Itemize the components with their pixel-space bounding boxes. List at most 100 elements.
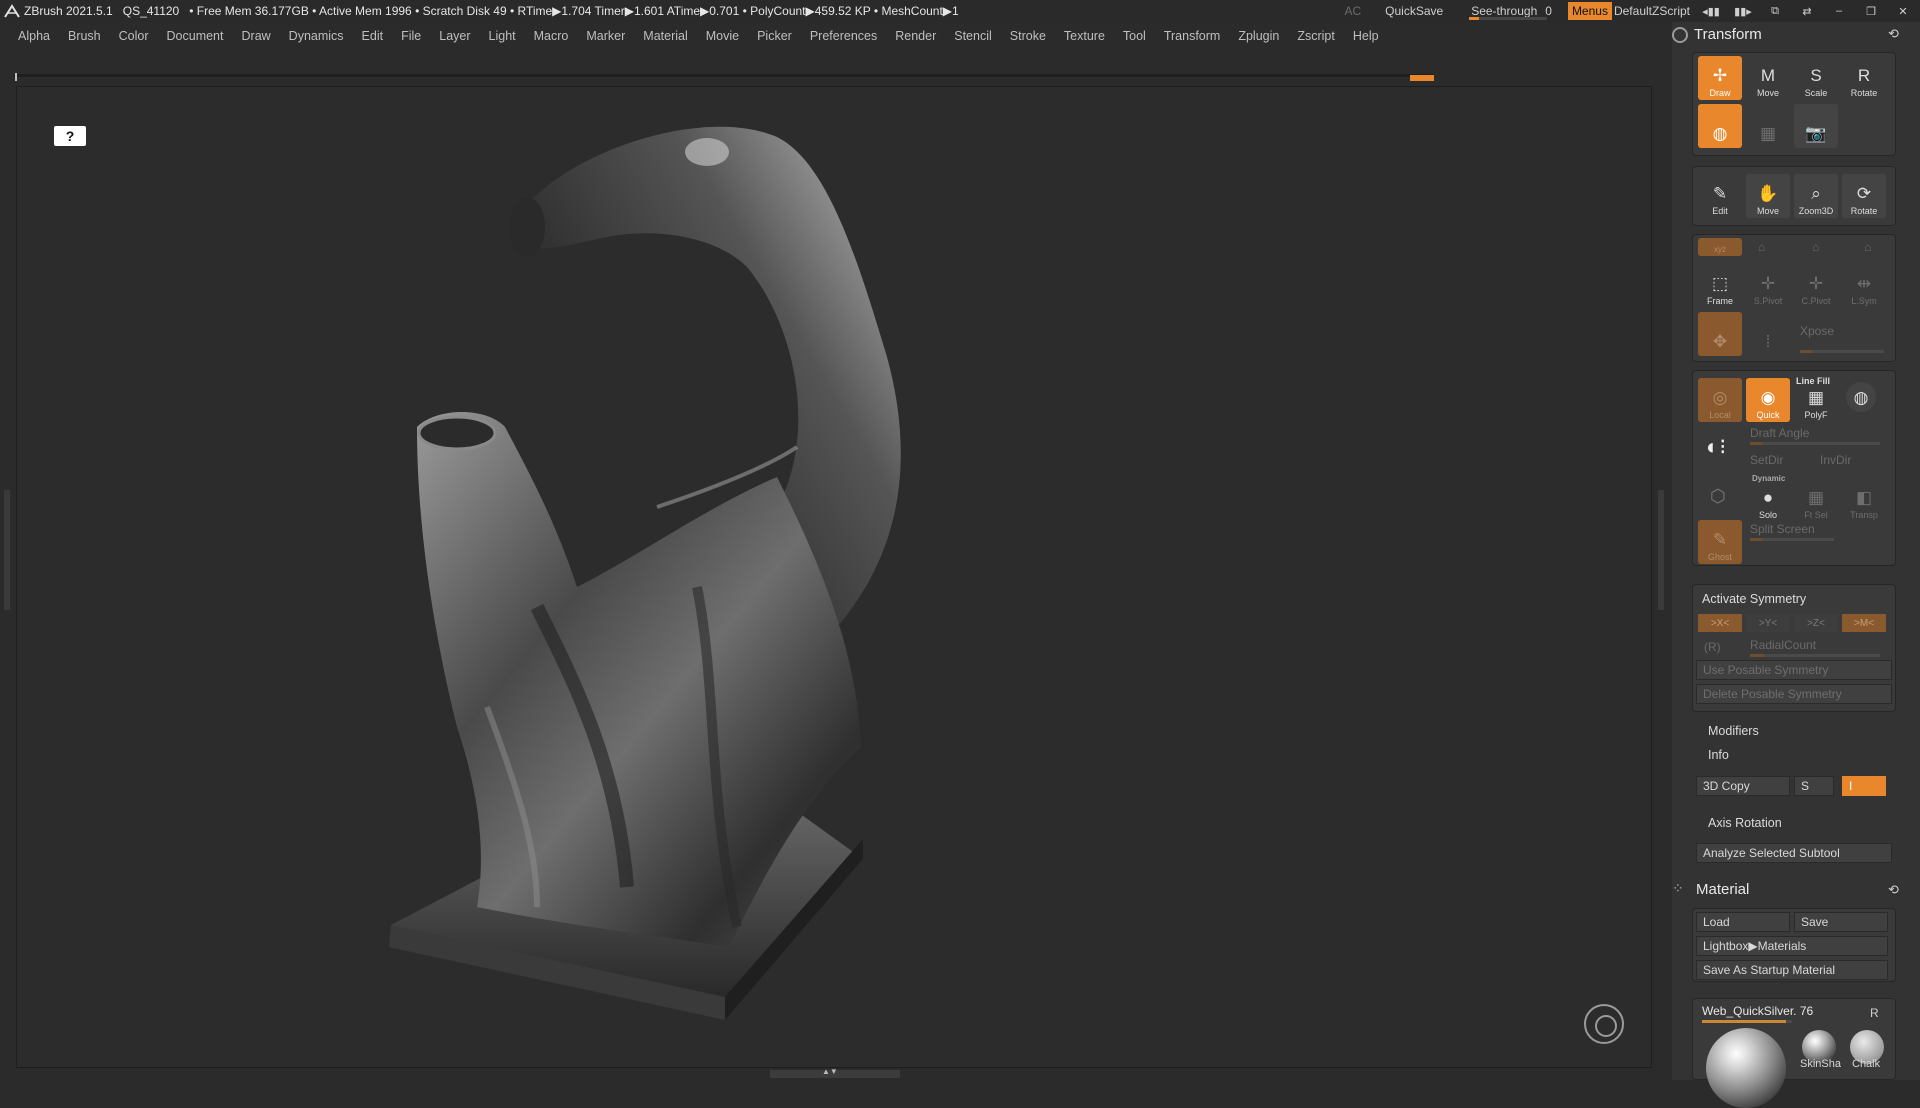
symmetry-m-button[interactable]: >M< [1842,614,1886,632]
menu-alpha[interactable]: Alpha [18,29,50,43]
local-tool-button[interactable]: ◎Local [1698,378,1742,422]
bottom-shelf-handle[interactable] [770,1070,900,1078]
help-icon[interactable]: ? [54,126,86,146]
menu-material[interactable]: Material [643,29,687,43]
menu-edit[interactable]: Edit [362,29,384,43]
menu-help[interactable]: Help [1353,29,1379,43]
draft-angle-slider[interactable] [1750,442,1880,445]
seethrough-slider[interactable]: See-through 0 [1465,1,1558,21]
xpose-label[interactable]: Xpose [1800,324,1834,338]
material-reset-icon[interactable]: ⟲ [1888,882,1899,898]
menu-stencil[interactable]: Stencil [954,29,992,43]
canvas-viewport[interactable] [16,86,1652,1068]
menus-toggle-button[interactable]: Menus [1568,2,1612,20]
material-load-button[interactable]: Load [1696,912,1790,932]
edit-tool-button[interactable]: ✎Edit [1698,174,1742,218]
move-tool-button[interactable]: ✋Move [1746,174,1790,218]
axis-rotation-header[interactable]: Axis Rotation [1708,816,1782,830]
transform-reset-icon[interactable]: ⟲ [1888,26,1899,42]
3d-copy-s-button[interactable]: S [1794,776,1834,796]
right-shelf-handle[interactable] [1658,490,1664,610]
modifiers-header[interactable]: Modifiers [1708,724,1759,738]
edit-floor-button[interactable]: ▦ [1746,104,1790,148]
menu-movie[interactable]: Movie [706,29,739,43]
quick-tool-button[interactable]: ◉Quick [1746,378,1790,422]
3d-copy-button[interactable]: 3D Copy [1696,776,1790,796]
ac-label[interactable]: AC [1345,4,1362,18]
symmetry-x-button[interactable]: >X< [1698,614,1742,632]
symmetry-z-button[interactable]: >Z< [1794,614,1838,632]
radial-r-label[interactable]: (R) [1704,640,1721,654]
use-posable-symmetry-button[interactable]: Use Posable Symmetry [1696,660,1892,680]
persp-toggle-icon[interactable]: ⌂ [1864,240,1871,254]
scale-tool-button[interactable]: SScale [1794,56,1838,100]
s-pivot-tool-button[interactable]: ✛S.Pivot [1746,264,1790,308]
current-material-label[interactable]: Web_QuickSilver. 76 [1702,1004,1813,1018]
menu-light[interactable]: Light [489,29,516,43]
symmetry-y-button[interactable]: >Y< [1746,614,1790,632]
menu-texture[interactable]: Texture [1064,29,1105,43]
close-icon[interactable]: ✕ [1892,4,1914,18]
brush-sphere-button[interactable]: ◍ [1698,104,1742,148]
rotate-tool-button[interactable]: RRotate [1842,56,1886,100]
menu-document[interactable]: Document [167,29,224,43]
draw-tool-button[interactable]: ✢Draw [1698,56,1742,100]
material-slider[interactable] [1702,1020,1792,1023]
snapshot-button[interactable]: 📷 [1794,104,1838,148]
unlock-button[interactable]: ⁞ [1746,312,1790,356]
left-shelf-handle[interactable] [4,490,10,610]
menu-zscript[interactable]: Zscript [1297,29,1335,43]
draft-angle-label[interactable]: Draft Angle [1750,426,1809,440]
radialcount-slider[interactable] [1750,654,1880,657]
transparency-ball-button[interactable]: ◍ [1846,382,1876,412]
quicksave-button[interactable]: QuickSave [1385,4,1443,18]
menu-layer[interactable]: Layer [439,29,470,43]
invdir-button[interactable]: InvDir [1820,453,1851,467]
menu-brush[interactable]: Brush [68,29,101,43]
move-tool-button[interactable]: MMove [1746,56,1790,100]
transpose-symmetry-button[interactable]: ✥ [1698,312,1742,356]
menu-file[interactable]: File [401,29,421,43]
material-save-button[interactable]: Save [1794,912,1888,932]
wire-cube-icon[interactable]: ⬡ [1710,486,1726,507]
xpose-slider[interactable] [1800,350,1884,353]
delete-posable-symmetry-button[interactable]: Delete Posable Symmetry [1696,684,1892,704]
l-sym-tool-button[interactable]: ⇹L.Sym [1842,264,1886,308]
3d-copy-i-button[interactable]: I [1842,776,1886,796]
timeline-marker[interactable] [1410,75,1434,81]
material-section-title[interactable]: ⁘ Material [1672,880,1749,898]
menu-color[interactable]: Color [119,29,149,43]
lightbox-materials-button[interactable]: Lightbox▶Materials [1696,936,1888,956]
transp-button[interactable]: ◧Transp [1842,478,1886,522]
layout-right-icon[interactable]: ▮▮▸ [1732,4,1754,18]
current-material-preview[interactable] [1706,1028,1786,1108]
xyz-toggle-button[interactable]: xyz [1698,238,1742,256]
transform-section-title[interactable]: Transform [1672,26,1762,43]
material-r-button[interactable]: R [1870,1006,1879,1020]
split-screen-slider[interactable] [1750,538,1834,541]
rotate-tool-button[interactable]: ⟳Rotate [1842,174,1886,218]
draft-icon[interactable]: ◐⁝ [1706,434,1726,460]
z-toggle-icon[interactable]: ⌂ [1812,240,1819,254]
menu-marker[interactable]: Marker [586,29,625,43]
layout-swap-icon[interactable]: ⇄ [1796,4,1818,18]
layout-left-icon[interactable]: ◂▮▮ [1700,4,1722,18]
frame-tool-button[interactable]: ⬚Frame [1698,264,1742,308]
ghost-button[interactable]: ✎Ghost [1698,520,1742,564]
zoom3d-tool-button[interactable]: ⌕Zoom3D [1794,174,1838,218]
info-header[interactable]: Info [1708,748,1729,762]
menu-zplugin[interactable]: Zplugin [1238,29,1279,43]
setdir-button[interactable]: SetDir [1750,453,1783,467]
layout-toggle-icon[interactable]: ⧉ [1764,4,1786,18]
restore-icon[interactable]: ❐ [1860,4,1882,18]
menu-render[interactable]: Render [895,29,936,43]
menu-draw[interactable]: Draw [242,29,271,43]
navigation-gizmo-icon[interactable] [1584,1004,1624,1044]
menu-transform[interactable]: Transform [1164,29,1221,43]
default-zscript-button[interactable]: DefaultZScript [1614,4,1690,18]
menu-tool[interactable]: Tool [1123,29,1146,43]
radialcount-label[interactable]: RadialCount [1750,638,1816,652]
menu-stroke[interactable]: Stroke [1010,29,1046,43]
menu-picker[interactable]: Picker [757,29,792,43]
timeline-strip[interactable] [14,74,1434,77]
